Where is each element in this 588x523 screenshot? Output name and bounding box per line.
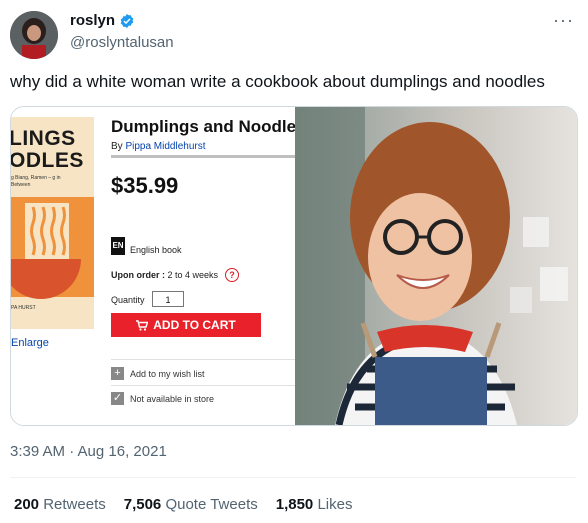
cover-title: ODLES <box>11 149 84 172</box>
quote-tweets-count: 7,506 <box>123 496 162 513</box>
book-title: Dumplings and Noodles <box>111 117 295 136</box>
quantity-input[interactable]: 1 <box>152 291 184 307</box>
quantity-label: Quantity <box>111 295 145 305</box>
cart-icon <box>136 319 149 331</box>
availability-value: 2 to 4 weeks <box>167 270 219 280</box>
book-language-icon: EN <box>111 237 125 255</box>
tweet: roslyn @roslyntalusan ··· why did a whit… <box>0 0 588 523</box>
cover-title: LINGS <box>11 127 76 150</box>
likes-label: Likes <box>317 496 353 513</box>
more-options-icon[interactable]: ··· <box>553 10 574 31</box>
add-to-cart-label: ADD TO CART <box>153 318 236 332</box>
enlarge-link[interactable]: Enlarge <box>11 337 49 349</box>
by-prefix: By <box>111 141 123 152</box>
book-cover-image: LINGS ODLES g Biang, Ramen – g in Betwee… <box>11 117 94 329</box>
book-byline: By Pippa Middlehurst <box>111 141 206 152</box>
divider <box>10 477 576 478</box>
availability: Upon order : 2 to 4 weeks <box>111 270 218 280</box>
availability-label: Upon order : <box>111 270 165 280</box>
retweets-label: Retweets <box>43 496 106 513</box>
engagement-stats: 200 Retweets 7,506 Quote Tweets 1,850 Li… <box>14 496 352 513</box>
wishlist-link[interactable]: Add to my wish list <box>130 369 205 379</box>
add-to-cart-button[interactable]: ADD TO CART <box>111 313 261 337</box>
author-handle[interactable]: @roslyntalusan <box>70 34 174 51</box>
author-row: roslyn <box>70 12 135 29</box>
likes-count: 1,850 <box>275 496 314 513</box>
checkbox-icon: ✓ <box>111 392 124 405</box>
author-photo <box>295 107 577 425</box>
divider <box>111 385 295 386</box>
quote-tweets-stat[interactable]: 7,506 Quote Tweets <box>124 496 258 513</box>
add-wishlist-icon[interactable]: + <box>111 367 124 380</box>
cover-subtitle: g Biang, Ramen – g in Between <box>11 175 61 188</box>
cover-author: PA HURST <box>11 305 36 311</box>
price: $35.99 <box>111 173 179 198</box>
retweets-stat[interactable]: 200 Retweets <box>14 496 106 513</box>
tweet-timestamp[interactable]: 3:39 AM · Aug 16, 2021 <box>10 443 167 460</box>
store-availability: Not available in store <box>130 394 215 404</box>
divider <box>111 359 295 360</box>
likes-stat[interactable]: 1,850 Likes <box>276 496 353 513</box>
author-name[interactable]: roslyn <box>70 12 115 29</box>
title-divider <box>111 155 295 158</box>
tweet-media[interactable]: LINGS ODLES g Biang, Ramen – g in Betwee… <box>10 106 578 426</box>
product-screenshot: LINGS ODLES g Biang, Ramen – g in Betwee… <box>11 107 295 425</box>
quote-tweets-label: Quote Tweets <box>165 496 258 513</box>
verified-badge-icon <box>120 13 134 28</box>
avatar[interactable] <box>10 11 58 59</box>
author-link[interactable]: Pippa Middlehurst <box>125 141 205 152</box>
retweets-count: 200 <box>14 496 40 513</box>
help-icon[interactable]: ? <box>225 268 239 282</box>
book-language: English book <box>130 245 182 255</box>
tweet-text: why did a white woman write a cookbook a… <box>10 72 545 91</box>
